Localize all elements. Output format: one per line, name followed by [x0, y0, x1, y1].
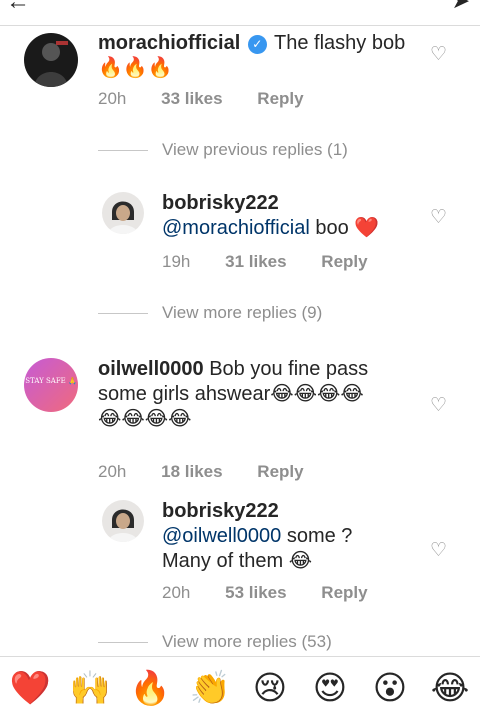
like-heart-icon[interactable]: ♡	[430, 396, 448, 415]
likes-count[interactable]: 33 likes	[161, 89, 222, 108]
reply-body: bobrisky222 @morachiofficial boo ❤️	[162, 191, 412, 241]
verified-badge-icon: ✓	[247, 35, 267, 54]
view-replies-label[interactable]: View previous replies (1)	[162, 140, 348, 159]
timestamp: 20h	[98, 462, 127, 481]
username[interactable]: morachiofficial	[98, 32, 240, 54]
reply-button[interactable]: Reply	[321, 583, 367, 602]
comment-text-line2: Many of them 😂	[162, 550, 313, 572]
view-replies-label[interactable]: View more replies (9)	[162, 303, 322, 322]
emoji-clapping-button[interactable]: 👏	[182, 657, 238, 718]
avatar[interactable]	[24, 33, 78, 87]
comment-text: some ?	[286, 525, 353, 547]
comment-body: oilwell0000 Bob you fine pass some girls…	[98, 357, 398, 432]
reply-button[interactable]: Reply	[321, 252, 367, 271]
like-heart-icon[interactable]: ♡	[430, 208, 448, 227]
comment-meta: 19h 31 likes Reply	[162, 252, 398, 272]
reply-button[interactable]: Reply	[257, 89, 303, 108]
send-icon[interactable]: ➤	[452, 0, 470, 14]
emoji-raising-hands-button[interactable]: 🙌	[62, 657, 118, 718]
comment-body: morachiofficial ✓ The flashy bob 🔥🔥🔥	[98, 31, 428, 81]
emoji-fire-button[interactable]: 🔥	[122, 657, 178, 718]
comment-meta: 20h 18 likes Reply	[98, 462, 334, 482]
comment-text: Bob you fine pass	[209, 358, 369, 380]
username[interactable]: bobrisky222	[162, 192, 279, 214]
comment-meta: 20h 53 likes Reply	[162, 583, 398, 603]
divider-line	[98, 642, 148, 644]
avatar[interactable]: STAY SAFE 🙏	[24, 358, 78, 412]
timestamp: 20h	[98, 89, 127, 108]
emoji-surprised-button[interactable]: 😮	[362, 657, 418, 718]
quick-emoji-bar: ❤️ 🙌 🔥 👏 😢 😍 😮 😂	[0, 656, 480, 718]
mention-link[interactable]: @oilwell0000	[162, 525, 281, 547]
top-bar: ← ➤	[0, 0, 480, 26]
mention-link[interactable]: @morachiofficial	[162, 217, 310, 239]
emoji-crying-button[interactable]: 😢	[242, 657, 298, 718]
reply-bobrisky222: bobrisky222 @oilwell0000 some ? Many of …	[0, 494, 480, 604]
emoji-laughing-button[interactable]: 😂	[422, 657, 478, 718]
like-heart-icon[interactable]: ♡	[430, 541, 448, 560]
view-previous-replies[interactable]: View previous replies (1)	[98, 140, 348, 164]
view-more-replies[interactable]: View more replies (53)	[98, 632, 332, 656]
divider-line	[98, 150, 148, 152]
username[interactable]: oilwell0000	[98, 358, 204, 380]
reply-body: bobrisky222 @oilwell0000 some ? Many of …	[162, 499, 412, 574]
comment-oilwell0000: STAY SAFE 🙏 oilwell0000 Bob you fine pas…	[0, 350, 480, 481]
avatar[interactable]	[102, 500, 144, 542]
comment-text: The flashy bob	[274, 32, 406, 54]
likes-count[interactable]: 31 likes	[225, 252, 286, 271]
like-heart-icon[interactable]: ♡	[430, 45, 448, 64]
timestamp: 20h	[162, 583, 191, 602]
likes-count[interactable]: 53 likes	[225, 583, 286, 602]
likes-count[interactable]: 18 likes	[161, 462, 222, 481]
timestamp: 19h	[162, 252, 191, 271]
avatar-caption: STAY SAFE 🙏	[25, 377, 77, 385]
emoji-heart-button[interactable]: ❤️	[2, 657, 58, 718]
comment-text-line3: 😂😂😂😂	[98, 408, 192, 430]
reply-button[interactable]: Reply	[257, 462, 303, 481]
comment-text: boo ❤️	[315, 217, 380, 239]
divider-line	[98, 313, 148, 315]
comment-meta: 20h 33 likes Reply	[98, 89, 334, 109]
back-arrow-icon[interactable]: ←	[6, 0, 30, 16]
emoji-heart-eyes-button[interactable]: 😍	[302, 657, 358, 718]
comment-list: morachiofficial ✓ The flashy bob 🔥🔥🔥 ♡ 2…	[0, 26, 480, 656]
username[interactable]: bobrisky222	[162, 500, 279, 522]
comment-text-line2: some girls ahswear😂😂😂😂	[98, 383, 364, 405]
comment-text-line2: 🔥🔥🔥	[98, 57, 173, 79]
comment-morachiofficial: morachiofficial ✓ The flashy bob 🔥🔥🔥 ♡ 2…	[0, 26, 480, 121]
view-replies-label[interactable]: View more replies (53)	[162, 632, 332, 651]
avatar[interactable]	[102, 192, 144, 234]
reply-bobrisky222: bobrisky222 @morachiofficial boo ❤️ ♡ 19…	[0, 186, 480, 281]
view-more-replies[interactable]: View more replies (9)	[98, 303, 322, 327]
